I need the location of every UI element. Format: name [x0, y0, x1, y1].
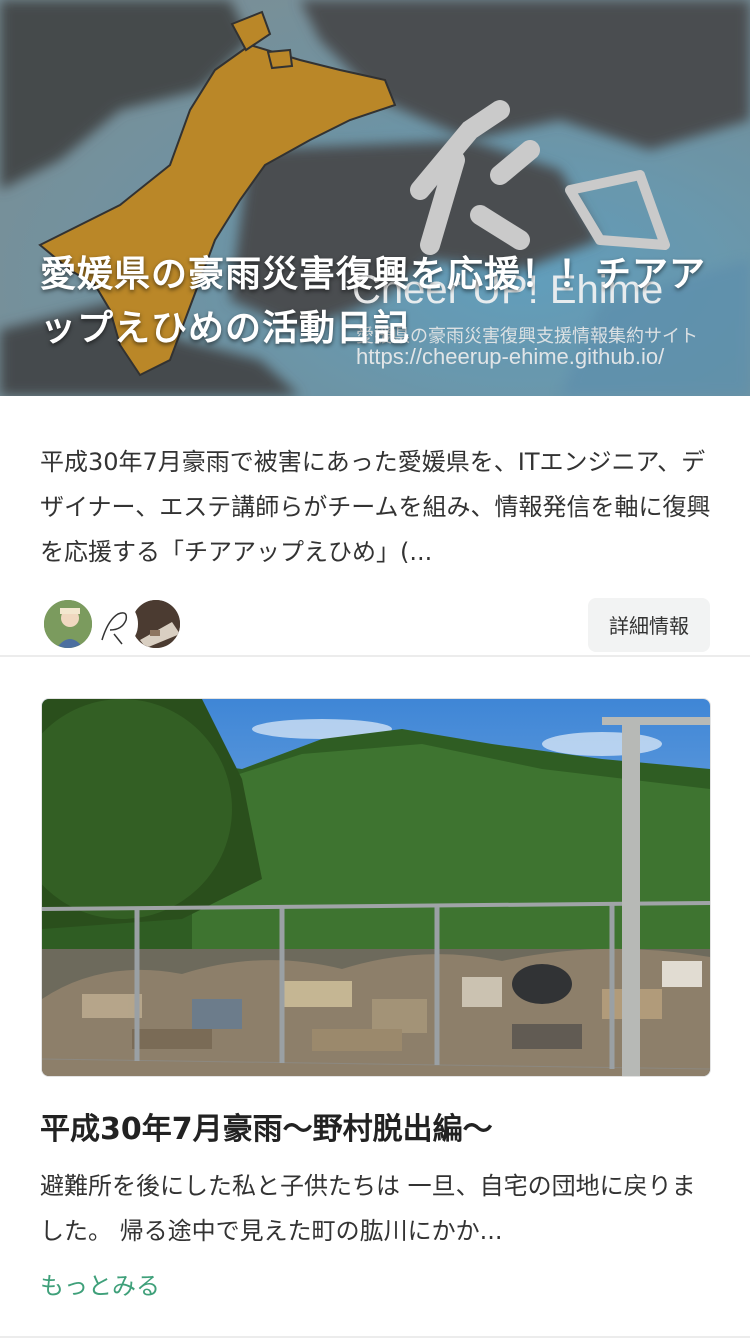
magazine-description: 平成30年7月豪雨で被害にあった愛媛県を、ITエンジニア、デザイナー、エステ講師… [40, 448, 711, 566]
photo-avatar-icon [132, 600, 180, 648]
person-avatar-icon [44, 600, 92, 648]
post-excerpt: 避難所を後にした私と子供たちは 一旦、自宅の団地に戻りました。 帰る途中で見えた… [40, 1172, 696, 1245]
magazine-title[interactable]: 愛媛県の豪雨災害復興を応援！！チアアップえひめの活動日記 [40, 248, 720, 356]
avatar[interactable] [42, 598, 94, 650]
cover-image: Cheer UP! Ehime 愛媛県の豪雨災害復興支援情報集約サイト http… [0, 0, 750, 396]
member-avatars[interactable] [42, 598, 192, 652]
divider [0, 1336, 750, 1338]
post-title[interactable]: 平成30年7月豪雨〜野村脱出編〜 [40, 1104, 493, 1148]
read-more-link[interactable]: もっとみる [40, 1266, 160, 1301]
drawing-avatar-icon [88, 600, 136, 648]
details-button[interactable]: 詳細情報 [588, 598, 710, 652]
divider [0, 655, 750, 657]
flood-debris-photo [42, 699, 710, 1076]
post-thumbnail[interactable] [41, 698, 711, 1077]
